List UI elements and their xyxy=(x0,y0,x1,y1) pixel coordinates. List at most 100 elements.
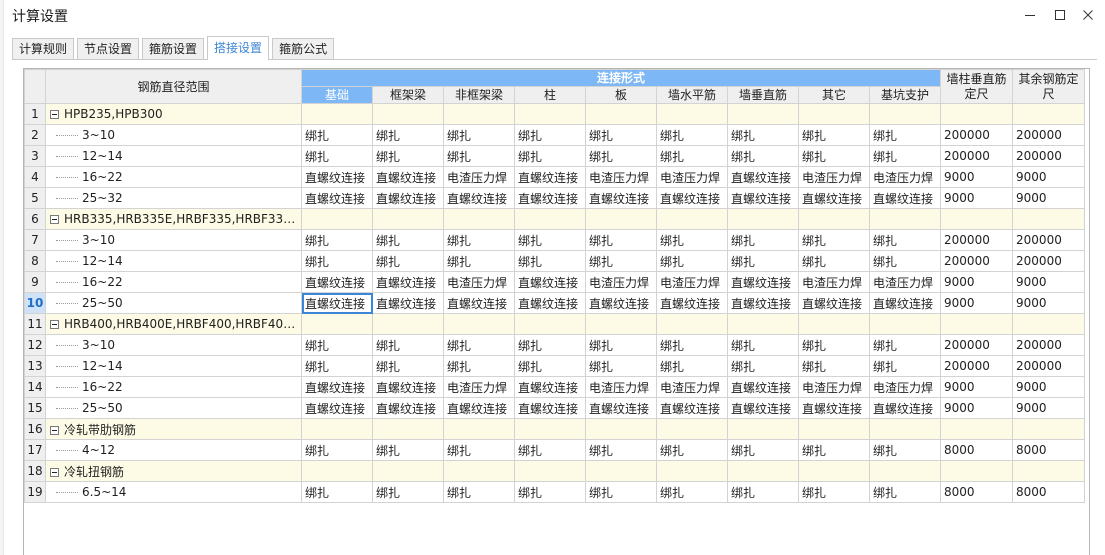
connection-cell[interactable]: 绑扎 xyxy=(798,124,870,146)
connection-cell[interactable]: 绑扎 xyxy=(798,229,870,251)
row-number[interactable]: 3 xyxy=(24,145,46,167)
connection-cell[interactable]: 绑扎 xyxy=(443,439,515,461)
connection-cell[interactable]: 绑扎 xyxy=(443,124,515,146)
connection-cell[interactable]: 电渣压力焊 xyxy=(656,271,728,293)
table-row[interactable]: 9 16~22 直螺纹连接 直螺纹连接 电渣压力焊 直螺纹连接 电渣压力焊 电渣压力焊 直螺纹连… xyxy=(24,271,1086,293)
group-name-cell[interactable]: 冷轧带肋钢筋 xyxy=(45,418,302,440)
connection-cell[interactable] xyxy=(868,208,942,230)
minimize-button[interactable] xyxy=(1016,4,1044,26)
connection-cell[interactable]: 绑扎 xyxy=(798,355,870,377)
connection-cell[interactable]: 绑扎 xyxy=(514,229,586,251)
connection-cell[interactable]: 直螺纹连接 xyxy=(727,166,799,188)
connection-cell[interactable]: 直螺纹连接 xyxy=(301,271,373,293)
connection-cell[interactable]: 绑扎 xyxy=(656,481,728,503)
header-connection-3[interactable]: 非框架梁 xyxy=(443,86,515,104)
wall-length-cell[interactable]: 200000 xyxy=(940,229,1014,251)
connection-cell[interactable] xyxy=(443,208,515,230)
connection-cell[interactable] xyxy=(372,460,444,482)
row-number[interactable]: 1 xyxy=(24,103,46,125)
other-length-cell[interactable]: 8000 xyxy=(1012,481,1086,503)
connection-cell[interactable]: 绑扎 xyxy=(727,145,799,167)
row-number[interactable]: 19 xyxy=(24,481,46,503)
row-number[interactable]: 15 xyxy=(24,397,46,419)
connection-cell[interactable]: 绑扎 xyxy=(301,355,373,377)
connection-cell[interactable]: 绑扎 xyxy=(585,439,657,461)
connection-cell[interactable]: 绑扎 xyxy=(656,250,728,272)
connection-cell[interactable] xyxy=(656,418,728,440)
connection-cell[interactable]: 绑扎 xyxy=(443,229,515,251)
wall-length-cell[interactable] xyxy=(940,418,1014,440)
connection-cell[interactable]: 绑扎 xyxy=(514,481,586,503)
connection-cell[interactable]: 绑扎 xyxy=(798,334,870,356)
other-length-cell[interactable]: 200000 xyxy=(1012,124,1086,146)
table-group-row[interactable]: 6 HRB335,HRB335E,HRBF335,HRBF335E xyxy=(24,208,1086,230)
connection-cell[interactable]: 绑扎 xyxy=(301,124,373,146)
other-length-cell[interactable]: 9000 xyxy=(1012,397,1086,419)
table-row[interactable]: 7 3~10 绑扎 绑扎 绑扎 绑扎 绑扎 绑扎 绑扎 绑扎 绑扎 200000 200000 xyxy=(24,229,1086,251)
connection-cell[interactable] xyxy=(301,103,373,125)
table-row[interactable]: 3 12~14 绑扎 绑扎 绑扎 绑扎 绑扎 绑扎 绑扎 绑扎 绑扎 200000 200000 xyxy=(24,145,1086,167)
connection-cell[interactable]: 绑扎 xyxy=(585,124,657,146)
connection-cell[interactable] xyxy=(301,313,373,335)
connection-cell[interactable]: 绑扎 xyxy=(443,250,515,272)
table-row[interactable]: 15 25~50 直螺纹连接 直螺纹连接 直螺纹连接 直螺纹连接 直螺纹连接 直螺纹连接 直螺纹… xyxy=(24,397,1086,419)
range-cell[interactable]: 12~14 xyxy=(45,355,302,377)
connection-cell[interactable] xyxy=(868,313,942,335)
connection-cell[interactable]: 绑扎 xyxy=(585,250,657,272)
other-length-cell[interactable]: 200000 xyxy=(1012,145,1086,167)
connection-cell[interactable]: 绑扎 xyxy=(372,439,444,461)
connection-cell[interactable]: 绑扎 xyxy=(585,355,657,377)
wall-length-cell[interactable]: 9000 xyxy=(940,292,1014,314)
connection-cell[interactable] xyxy=(656,313,728,335)
connection-cell[interactable]: 电渣压力焊 xyxy=(656,376,728,398)
connection-cell[interactable] xyxy=(585,418,657,440)
maximize-button[interactable] xyxy=(1046,4,1074,26)
row-number[interactable]: 10 xyxy=(24,292,46,314)
wall-length-cell[interactable]: 200000 xyxy=(940,145,1014,167)
connection-cell[interactable]: 直螺纹连接 xyxy=(443,292,515,314)
range-cell[interactable]: 12~14 xyxy=(45,250,302,272)
header-wall-column-length[interactable]: 墙柱垂直筋定尺 xyxy=(940,69,1014,104)
connection-cell[interactable]: 绑扎 xyxy=(514,439,586,461)
connection-cell[interactable] xyxy=(443,313,515,335)
row-number[interactable]: 7 xyxy=(24,229,46,251)
row-number[interactable]: 12 xyxy=(24,334,46,356)
wall-length-cell[interactable] xyxy=(940,460,1014,482)
close-button[interactable] xyxy=(1074,4,1102,26)
connection-cell[interactable]: 绑扎 xyxy=(798,145,870,167)
connection-cell[interactable] xyxy=(443,418,515,440)
other-length-cell[interactable]: 9000 xyxy=(1012,271,1086,293)
connection-cell[interactable] xyxy=(372,418,444,440)
other-length-cell[interactable]: 9000 xyxy=(1012,187,1086,209)
wall-length-cell[interactable]: 9000 xyxy=(940,271,1014,293)
connection-cell[interactable]: 直螺纹连接 xyxy=(372,292,444,314)
other-length-cell[interactable]: 200000 xyxy=(1012,334,1086,356)
range-cell[interactable]: 6.5~14 xyxy=(45,481,302,503)
connection-cell[interactable] xyxy=(656,103,728,125)
connection-cell[interactable]: 直螺纹连接 xyxy=(372,397,444,419)
connection-cell[interactable]: 绑扎 xyxy=(301,145,373,167)
connection-cell[interactable]: 直螺纹连接 xyxy=(372,271,444,293)
connection-cell[interactable] xyxy=(372,208,444,230)
connection-cell[interactable]: 绑扎 xyxy=(727,124,799,146)
tab-calc-rules[interactable]: 计算规则 xyxy=(12,38,75,60)
connection-cell[interactable] xyxy=(372,313,444,335)
connection-cell[interactable]: 绑扎 xyxy=(727,334,799,356)
table-group-row[interactable]: 11 HRB400,HRB400E,HRBF400,HRBF400E... xyxy=(24,313,1086,335)
table-row[interactable]: 13 12~14 绑扎 绑扎 绑扎 绑扎 绑扎 绑扎 绑扎 绑扎 绑扎 200000 200000 xyxy=(24,355,1086,377)
connection-cell[interactable]: 直螺纹连接 xyxy=(514,166,586,188)
connection-cell[interactable]: 电渣压力焊 xyxy=(868,166,942,188)
tab-stirrup-formula[interactable]: 箍筋公式 xyxy=(272,38,335,60)
connection-cell[interactable]: 直螺纹连接 xyxy=(656,187,728,209)
other-length-cell[interactable]: 9000 xyxy=(1012,166,1086,188)
connection-cell[interactable]: 绑扎 xyxy=(656,439,728,461)
connection-cell[interactable]: 直螺纹连接 xyxy=(372,376,444,398)
connection-cell[interactable]: 绑扎 xyxy=(727,250,799,272)
other-length-cell[interactable] xyxy=(1012,103,1086,125)
connection-cell[interactable]: 绑扎 xyxy=(301,481,373,503)
connection-cell[interactable]: 绑扎 xyxy=(585,229,657,251)
connection-cell[interactable]: 直螺纹连接 xyxy=(727,397,799,419)
connection-cell[interactable]: 绑扎 xyxy=(372,355,444,377)
connection-cell[interactable]: 绑扎 xyxy=(727,481,799,503)
connection-cell[interactable] xyxy=(656,208,728,230)
